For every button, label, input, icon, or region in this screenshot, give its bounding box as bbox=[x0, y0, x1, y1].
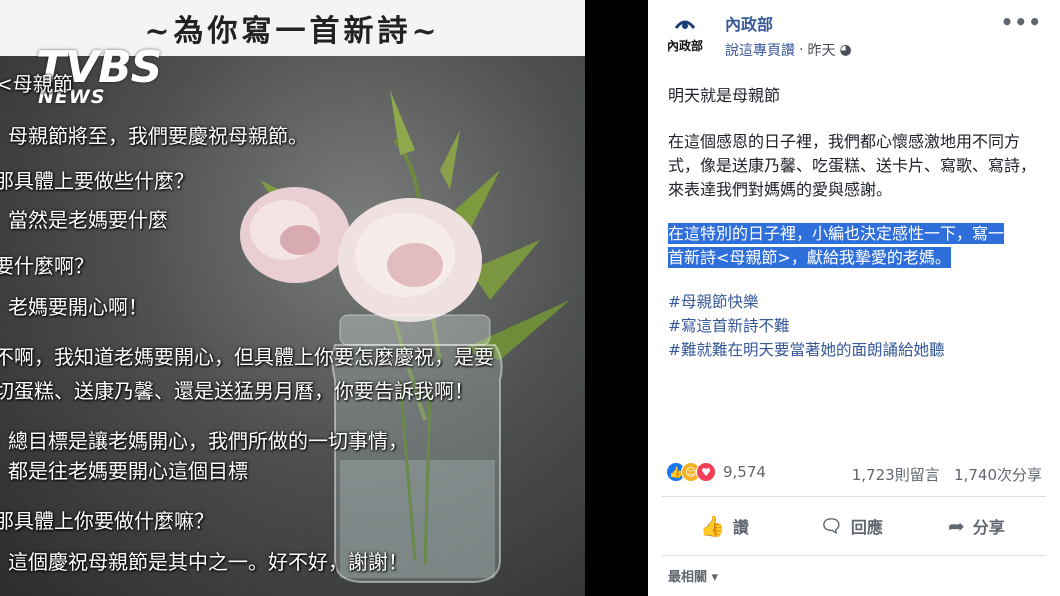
thumbs-up-icon: 👍 bbox=[700, 514, 725, 538]
hashtag-link[interactable]: #難就難在明天要當著她的面朗誦給她聽 bbox=[668, 338, 945, 362]
share-label: 分享 bbox=[972, 518, 1005, 537]
hashtag-link[interactable]: #母親節快樂 bbox=[668, 290, 759, 314]
comment-sort-dropdown[interactable]: 最相關 ▾ bbox=[668, 566, 718, 585]
comment-icon: 🗨 bbox=[820, 515, 843, 537]
meta-dot: · bbox=[799, 42, 804, 58]
poem-line: 那具體上要做些什麼？ bbox=[0, 169, 194, 193]
poem-line: 都是往老媽要開心這個目標 bbox=[8, 459, 248, 483]
poem-line: 總目標是讓老媽開心，我們所做的一切事情， bbox=[8, 429, 408, 453]
poem-line: 老媽要開心啊！ bbox=[8, 295, 148, 319]
reaction-summary[interactable]: 👍 ☺ ♥ 9,574 bbox=[666, 462, 766, 482]
highlight-line: 首新詩<母親節>，獻給我摯愛的老媽。 bbox=[668, 247, 951, 268]
share-button[interactable]: ➦ 分享 bbox=[948, 514, 1005, 538]
poem-image: ~為你寫一首新詩~ TVBS NEWS <母親節 母親節將至，我們要慶祝母親節。… bbox=[0, 0, 585, 596]
more-options-icon[interactable]: ••• bbox=[1001, 10, 1042, 34]
poem-line: 這個慶祝母親節是其中之一。好不好，謝謝！ bbox=[8, 550, 408, 574]
share-count[interactable]: 1,740次分享 bbox=[954, 466, 1042, 484]
facebook-post: 內政部 內政部 說這專頁讚 · 昨天 ◕ ••• 明天就是母親節 在這個感恩的日… bbox=[648, 0, 1060, 596]
comment-button[interactable]: 🗨 回應 bbox=[820, 514, 883, 538]
poem-line: <母親節 bbox=[0, 72, 73, 96]
poem-line: 要什麼啊？ bbox=[0, 254, 94, 278]
share-icon: ➦ bbox=[948, 514, 965, 538]
post-body: 在這個感恩的日子裡，我們都心懷感激地用不同方式，像是送康乃馨、吃蛋糕、送卡片、寫… bbox=[668, 132, 1037, 199]
highlighted-text: 在這特別的日子裡，小編也決定感性一下，寫一 首新詩<母親節>，獻給我摯愛的老媽。 bbox=[668, 222, 1048, 270]
divider bbox=[662, 496, 1046, 497]
page-like-link[interactable]: 說這專頁讚 bbox=[725, 40, 795, 60]
post-time[interactable]: 昨天 bbox=[807, 40, 835, 60]
reaction-count: 9,574 bbox=[723, 463, 766, 481]
separator bbox=[585, 0, 648, 596]
comment-label: 回應 bbox=[850, 518, 883, 537]
image-title: ~為你寫一首新詩~ bbox=[144, 14, 441, 49]
page-name-link[interactable]: 內政部 bbox=[725, 11, 773, 35]
poem-line: 母親節將至，我們要慶祝母親節。 bbox=[8, 124, 308, 148]
globe-icon: ◕ bbox=[839, 42, 852, 58]
engagement-stats: 1,723則留言 1,740次分享 bbox=[852, 464, 1042, 485]
post-intro: 明天就是母親節 bbox=[668, 86, 781, 105]
poem-line: 切蛋糕、送康乃馨、還是送猛男月曆，你要告訴我啊！ bbox=[0, 379, 474, 403]
divider bbox=[662, 555, 1046, 556]
like-label: 讚 bbox=[732, 518, 749, 537]
highlight-line: 在這特別的日子裡，小編也決定感性一下，寫一 bbox=[668, 223, 1005, 244]
hashtag-link[interactable]: #寫這首新詩不難 bbox=[668, 314, 790, 338]
love-reaction-icon: ♥ bbox=[696, 462, 716, 482]
post-meta: 說這專頁讚 · 昨天 ◕ bbox=[725, 40, 852, 60]
page-avatar[interactable]: 內政部 bbox=[662, 12, 708, 58]
avatar-label: 內政部 bbox=[667, 38, 703, 53]
poem-line: 那具體上你要做什麼嘛？ bbox=[0, 509, 214, 533]
poem-line: 不啊，我知道老媽要開心，但具體上你要怎麼慶祝，是要 bbox=[0, 345, 494, 369]
comment-count[interactable]: 1,723則留言 bbox=[852, 466, 940, 484]
like-button[interactable]: 👍 讚 bbox=[700, 514, 749, 538]
poem-line: 當然是老媽要什麼 bbox=[8, 208, 168, 232]
